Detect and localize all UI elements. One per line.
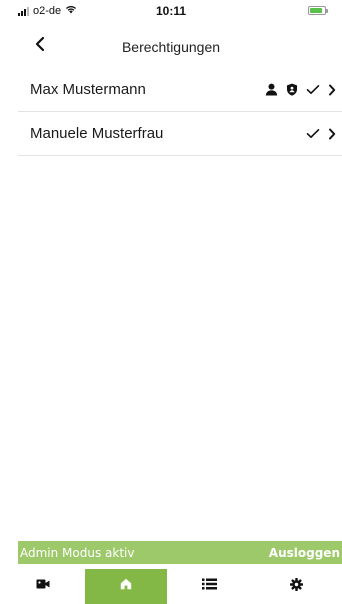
gear-icon [290, 577, 303, 591]
tab-settings[interactable] [251, 569, 342, 604]
person-icon [265, 83, 278, 96]
status-bar: o2-de 10:11 [0, 0, 342, 22]
home-icon [120, 577, 132, 591]
tab-home[interactable] [85, 569, 167, 604]
tab-bar [0, 569, 342, 604]
battery-icon [308, 6, 328, 15]
admin-mode-banner: Admin Modus aktiv Ausloggen [18, 541, 342, 564]
status-time: 10:11 [155, 4, 187, 18]
tab-list[interactable] [167, 569, 251, 604]
logout-button[interactable]: Ausloggen [269, 546, 342, 560]
list-item[interactable]: Manuele Musterfrau [18, 112, 342, 156]
navigation-bar: Berechtigungen [0, 30, 342, 64]
page-title: Berechtigungen [121, 39, 221, 55]
chevron-right-icon [328, 84, 336, 96]
user-name: Max Mustermann [30, 81, 146, 98]
row-icons [306, 112, 336, 155]
checkmark-icon [306, 128, 320, 139]
checkmark-icon [306, 84, 320, 95]
list-item[interactable]: Max Mustermann [18, 68, 342, 112]
permissions-list: Max Mustermann Manuele Musterfrau [18, 68, 342, 156]
row-icons [265, 68, 336, 111]
video-camera-icon [36, 577, 50, 591]
user-name: Manuele Musterfrau [30, 125, 164, 142]
admin-mode-label: Admin Modus aktiv [20, 545, 135, 560]
chevron-right-icon [328, 128, 336, 140]
shield-icon [286, 83, 298, 96]
tab-video[interactable] [0, 569, 85, 604]
list-icon [201, 577, 217, 591]
